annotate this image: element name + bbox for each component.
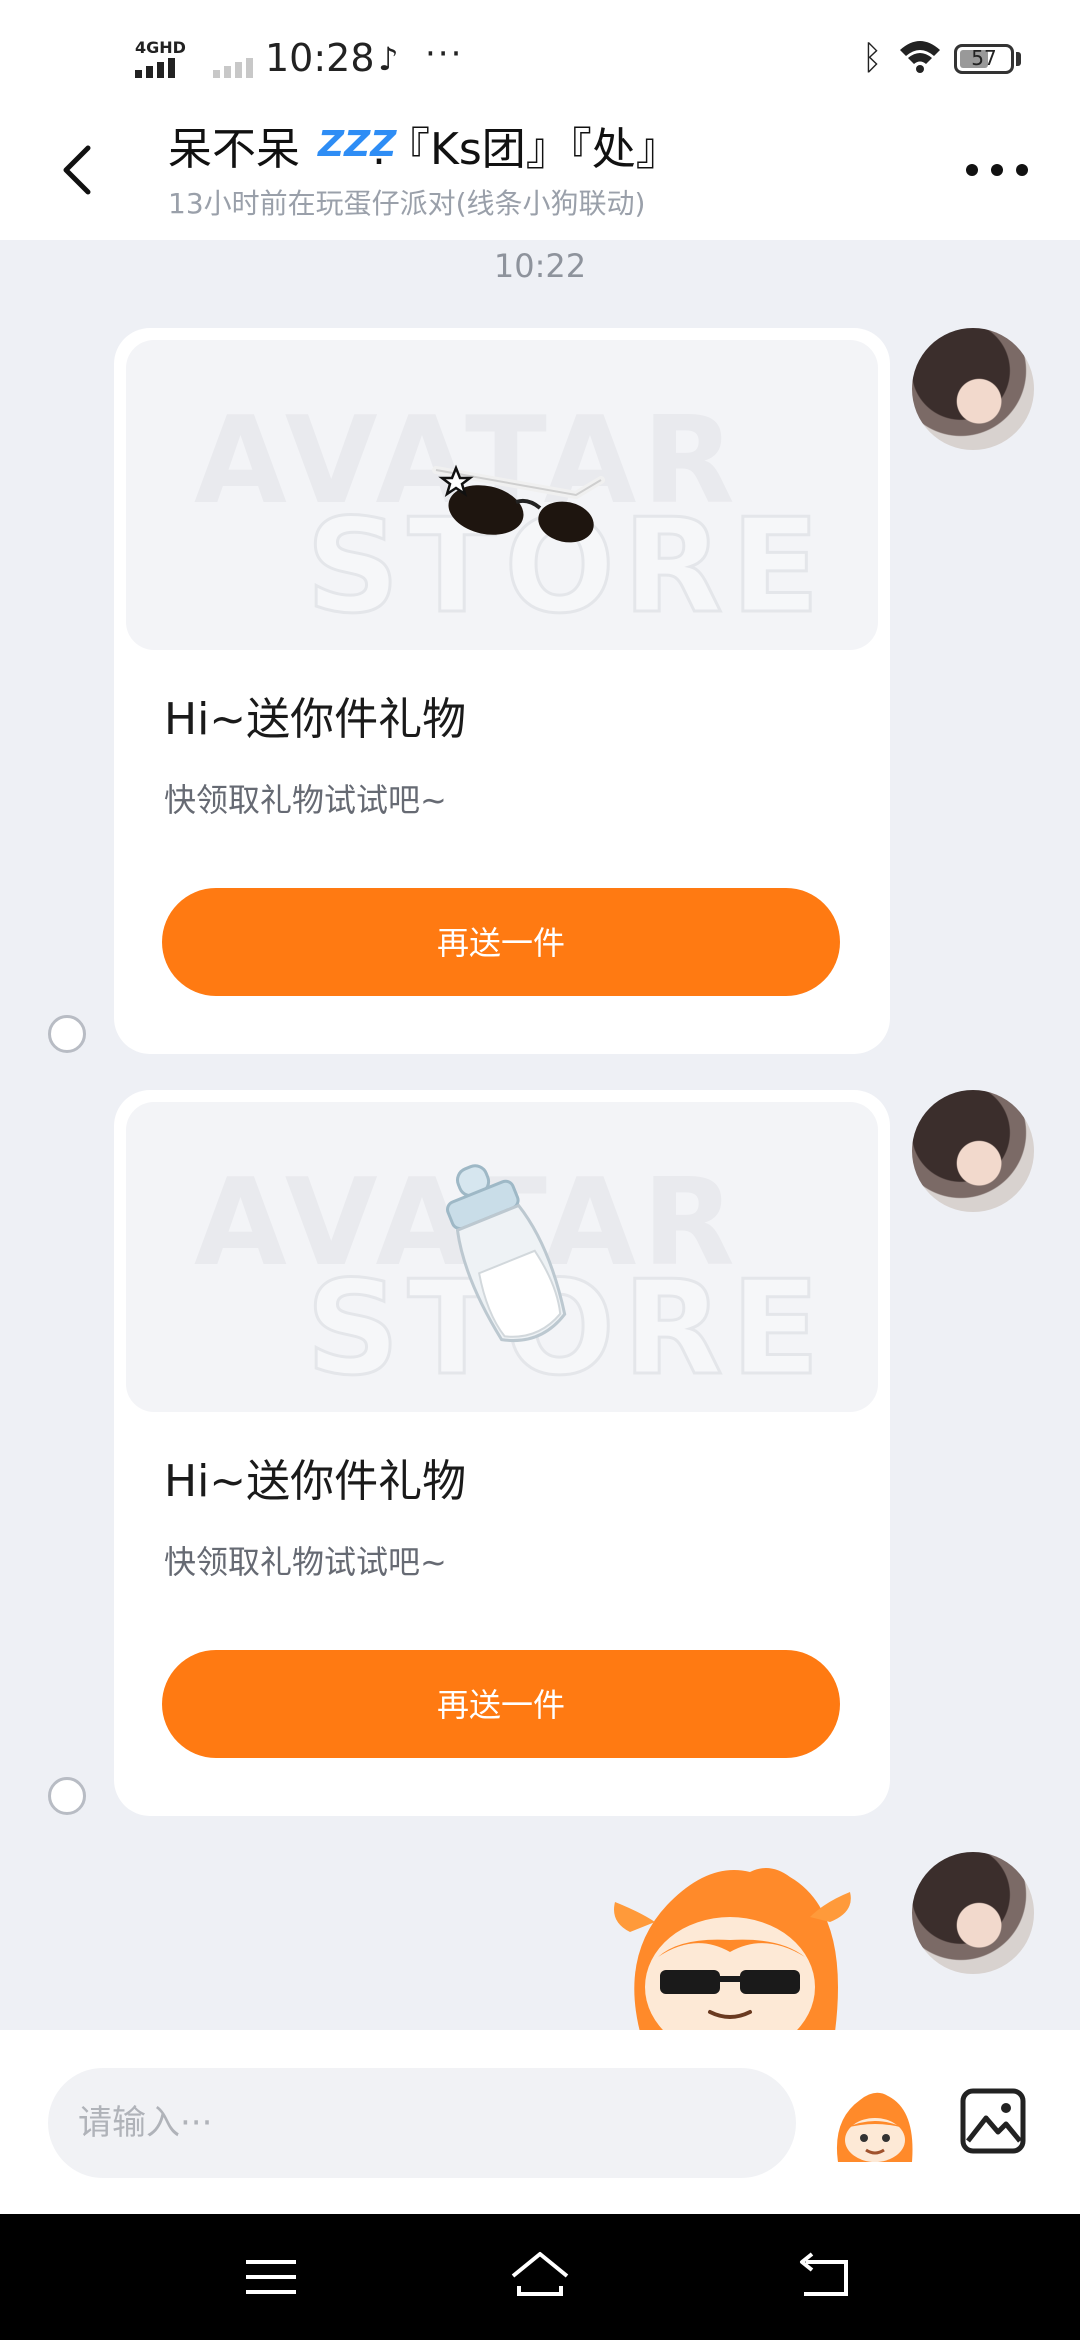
more-notifications-icon: ··· xyxy=(425,34,464,74)
more-options-icon[interactable] xyxy=(962,150,1032,190)
select-message-checkbox[interactable] xyxy=(48,1777,86,1815)
status-bar: 4GHD 10:28 ♪ ··· ᛒ 57 xyxy=(0,0,1080,110)
gift-title: Hi~送你件礼物 xyxy=(164,694,467,745)
chat-title-suffix: .『Ks团』『处』 xyxy=(372,124,680,175)
tiktok-icon: ♪ xyxy=(378,40,399,78)
chat-subtitle: 13小时前在玩蛋仔派对(线条小狗联动) xyxy=(168,187,646,220)
gift-title: Hi~送你件礼物 xyxy=(164,1456,467,1507)
message-input[interactable] xyxy=(48,2068,796,2178)
message-timestamp: 10:22 xyxy=(493,247,587,285)
battery-icon: 57 xyxy=(954,44,1014,74)
avatar[interactable] xyxy=(912,1852,1034,1974)
home-icon[interactable] xyxy=(505,2242,575,2312)
gift-card: AVATAR STORE Hi~送你件礼物 快领取礼物试试吧~ 再送一件 xyxy=(114,328,890,1054)
network-type: 4GHD xyxy=(135,38,186,57)
wifi-icon xyxy=(900,41,940,73)
image-picker-icon[interactable] xyxy=(958,2086,1028,2156)
sunglasses-icon xyxy=(432,464,605,543)
gift-subtitle: 快领取礼物试试吧~ xyxy=(164,781,447,819)
chat-title-name: 呆不呆 xyxy=(168,124,300,175)
input-bar xyxy=(0,2030,1080,2214)
baby-bottle-icon xyxy=(446,1164,567,1342)
battery-tip xyxy=(1016,52,1021,66)
chat-header: 呆不呆 ZZZ .『Ks团』『处』 13小时前在玩蛋仔派对(线条小狗联动) xyxy=(0,110,1080,240)
gift-card: AVATAR STORE Hi~送你件礼物 快领取礼物试试吧~ 再送一件 xyxy=(114,1090,890,1816)
back-arrow-icon[interactable] xyxy=(50,140,110,200)
select-message-checkbox[interactable] xyxy=(48,1015,86,1053)
menu-icon[interactable] xyxy=(236,2242,306,2312)
gift-image: AVATAR STORE xyxy=(126,1102,878,1412)
avatar[interactable] xyxy=(912,328,1034,450)
battery-level: 57 xyxy=(971,46,997,70)
gift-subtitle: 快领取礼物试试吧~ xyxy=(164,1543,447,1581)
bluetooth-icon: ᛒ xyxy=(862,38,883,78)
eggy-sticker xyxy=(614,1868,851,2032)
back-nav-icon[interactable] xyxy=(790,2242,860,2312)
emoji-sticker-button-icon[interactable] xyxy=(830,2084,920,2164)
send-another-button[interactable]: 再送一件 xyxy=(162,1650,840,1758)
clock: 10:28 xyxy=(265,36,375,80)
system-nav-bar xyxy=(0,2214,1080,2340)
signal-2-icon xyxy=(213,58,253,78)
gift-image: AVATAR STORE xyxy=(126,340,878,650)
send-another-button[interactable]: 再送一件 xyxy=(162,888,840,996)
avatar[interactable] xyxy=(912,1090,1034,1212)
signal-icon xyxy=(135,58,175,78)
